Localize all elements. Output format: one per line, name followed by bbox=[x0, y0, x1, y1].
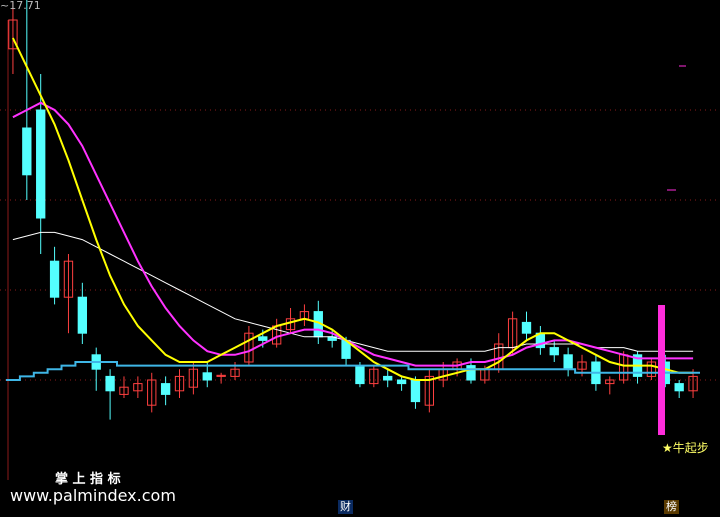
ma-fast-line bbox=[11, 37, 694, 381]
candle-body bbox=[160, 383, 171, 395]
signal-label: ★牛起步 bbox=[662, 441, 709, 455]
ma-slow-line bbox=[12, 231, 694, 352]
candle-body bbox=[105, 375, 115, 392]
candle-body bbox=[396, 379, 407, 385]
candle-body bbox=[202, 372, 212, 381]
marker-right: 榜 bbox=[664, 500, 679, 514]
candle-body bbox=[49, 260, 60, 298]
candle-body bbox=[36, 109, 46, 219]
candle-body bbox=[410, 379, 421, 403]
candle-body bbox=[22, 127, 32, 176]
ma-mid-line bbox=[12, 101, 694, 367]
candle-body bbox=[258, 336, 268, 341]
price-top-label: ~17.71 bbox=[0, 0, 41, 12]
candle-body bbox=[383, 375, 393, 381]
candle-body bbox=[549, 347, 559, 356]
signal-bar bbox=[658, 305, 665, 435]
watermark-title: 掌 上 指 标 bbox=[55, 472, 121, 487]
candle-body bbox=[563, 354, 573, 370]
candle-body bbox=[466, 365, 476, 381]
candle-body bbox=[674, 383, 684, 392]
watermark-url: www.palmindex.com bbox=[10, 486, 176, 505]
candlestick-chart bbox=[0, 0, 720, 480]
candle-body bbox=[77, 296, 88, 334]
candle-body bbox=[521, 321, 532, 334]
marker-left: 财 bbox=[338, 500, 353, 514]
candle-body bbox=[355, 365, 365, 385]
